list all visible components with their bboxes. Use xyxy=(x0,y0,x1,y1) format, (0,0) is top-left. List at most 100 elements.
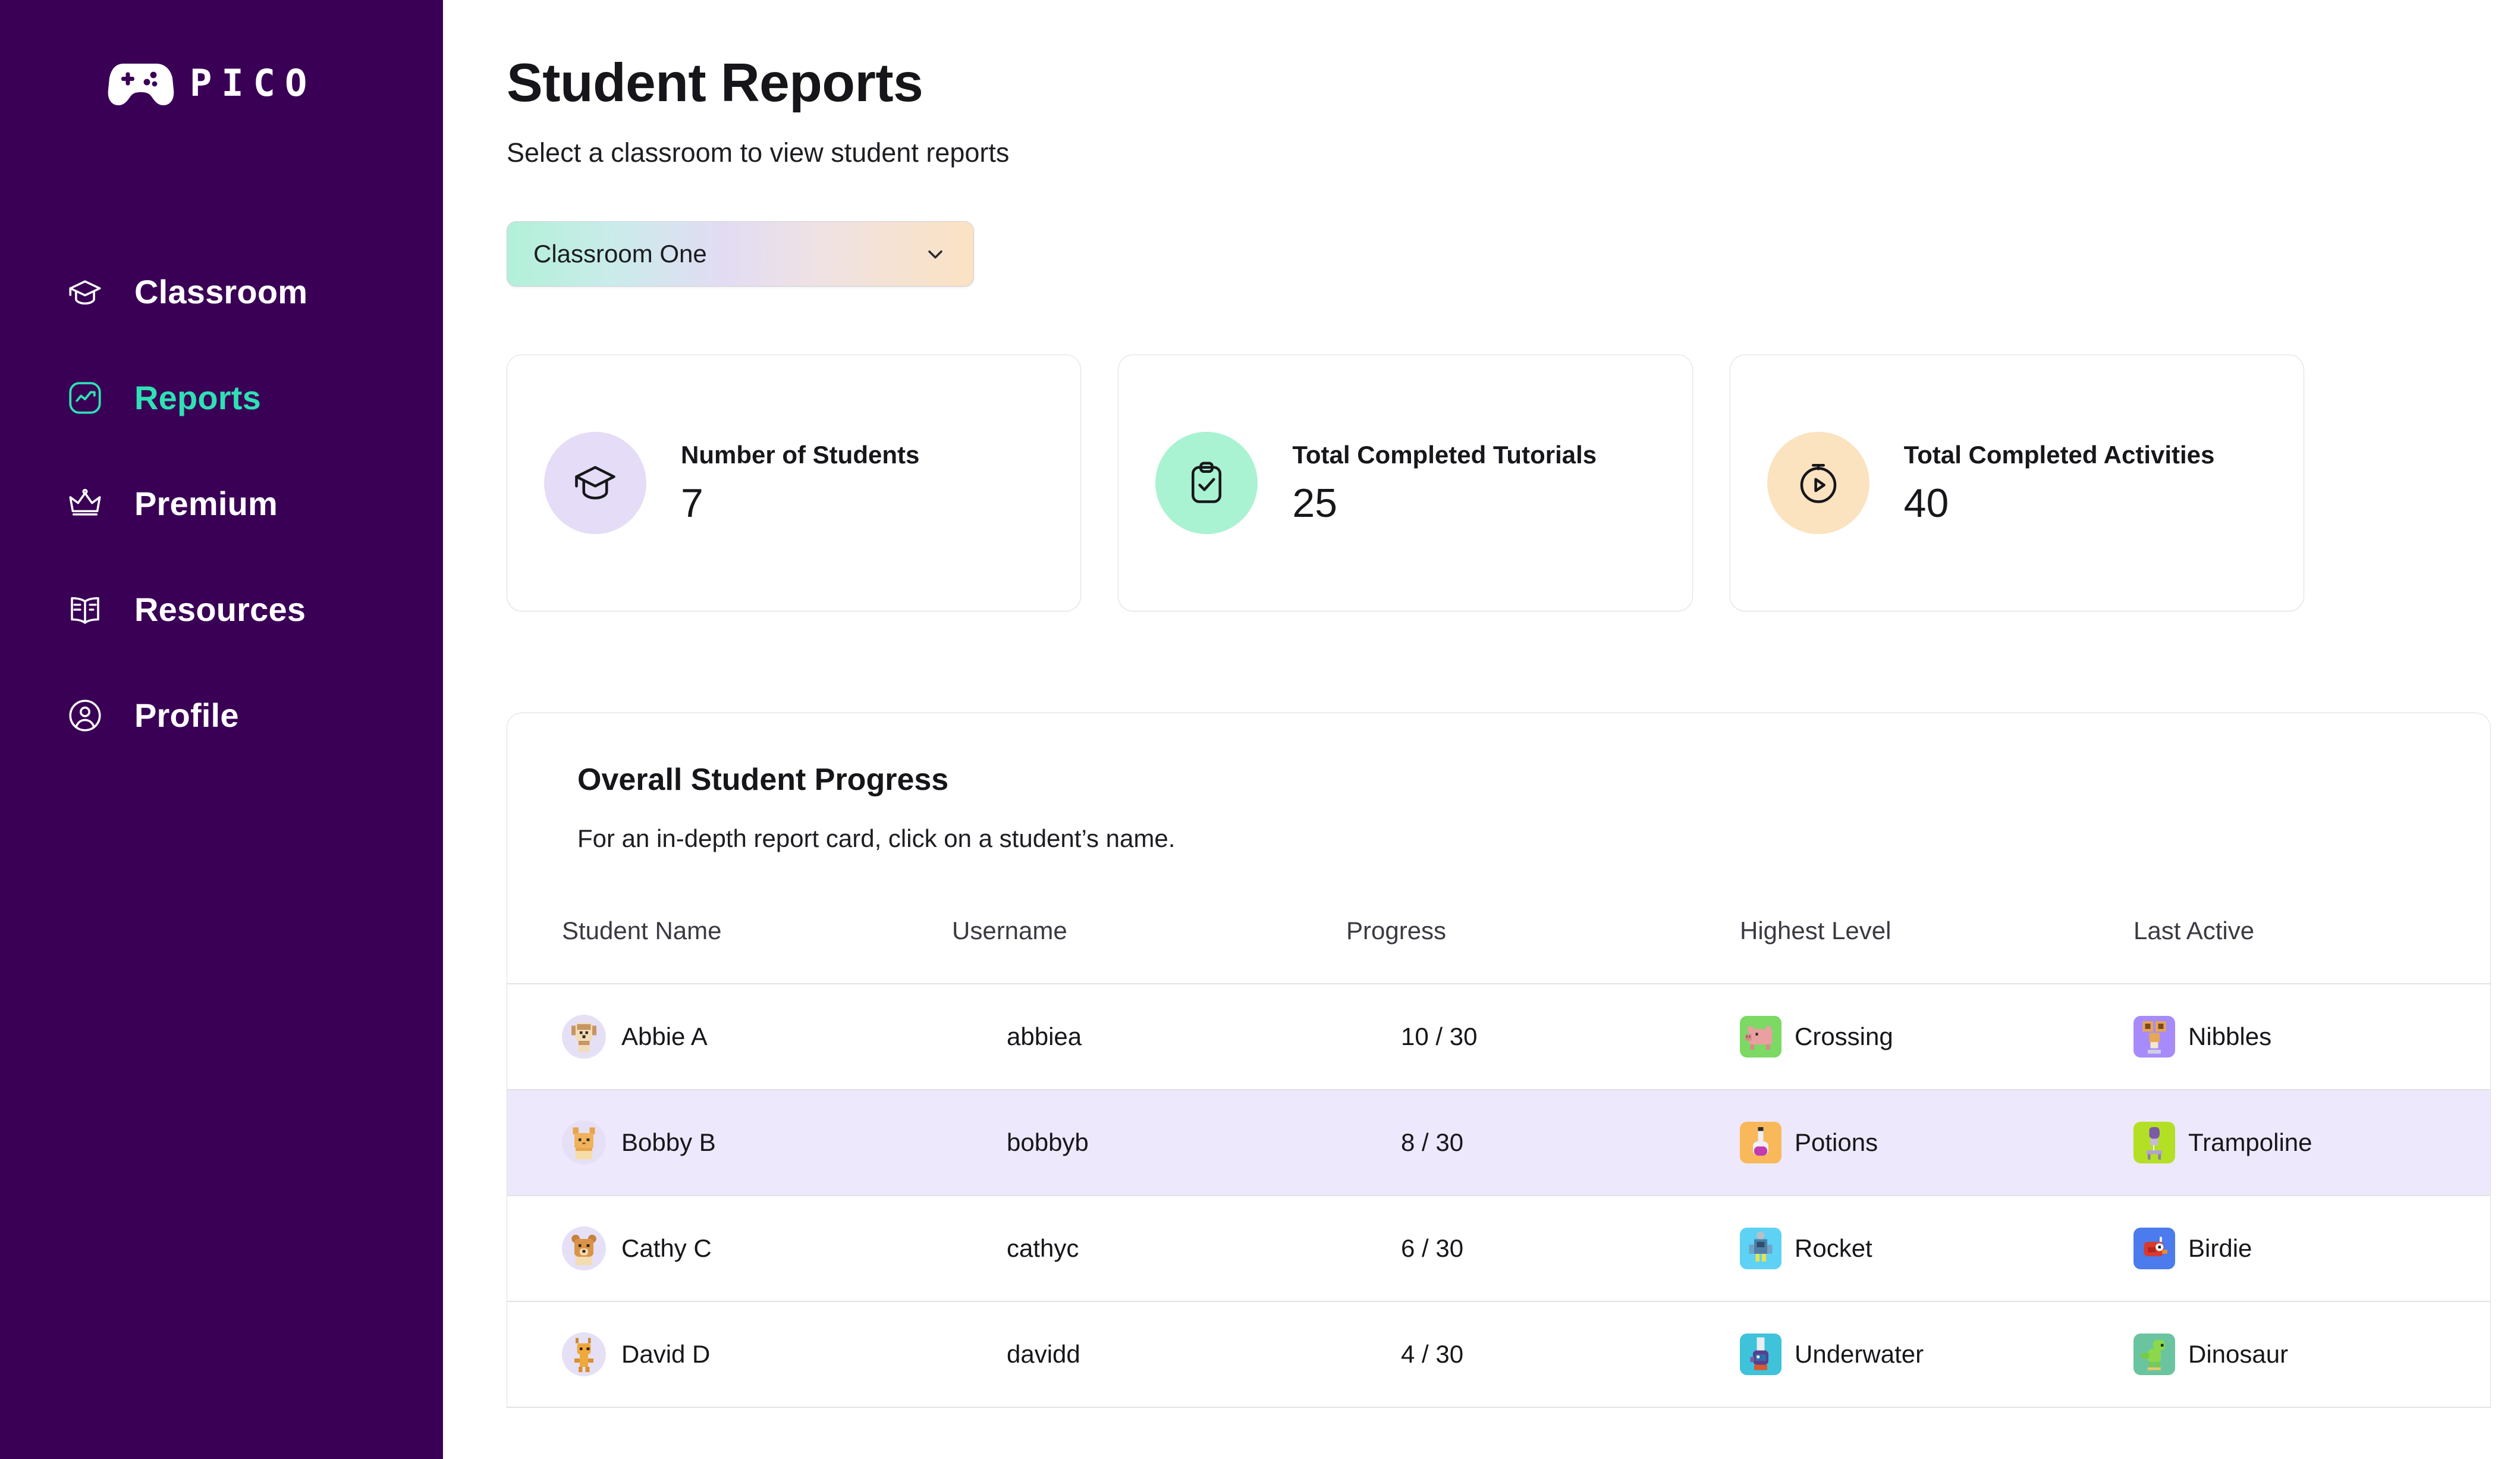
cell-last-active: Nibbles xyxy=(2133,983,2490,1090)
last-active-label: Trampoline xyxy=(2188,1128,2312,1156)
rocket-icon xyxy=(1740,1227,1781,1269)
student-name: David D xyxy=(621,1339,711,1368)
stat-value: 7 xyxy=(681,480,703,526)
cell-highest-level: Underwater xyxy=(1740,1301,2133,1408)
stat-value: 25 xyxy=(1292,480,1337,526)
last-active-label: Birdie xyxy=(2188,1234,2252,1262)
app-root: PICO Classroom Reports Premium Resources… xyxy=(0,0,2520,1459)
column-header-username[interactable]: Username xyxy=(952,851,1346,984)
student-name: Abbie A xyxy=(621,1022,708,1050)
table-row[interactable]: Abbie A abbiea 10 / 30 Crossing Nibbles xyxy=(507,983,2490,1090)
trampoline-icon xyxy=(2133,1121,2175,1163)
stat-badge xyxy=(1767,431,1869,534)
panel-title: Overall Student Progress xyxy=(577,762,949,797)
potion-icon xyxy=(1740,1121,1781,1163)
sidebar-item-resources[interactable]: Resources xyxy=(0,557,443,663)
highest-level-label: Crossing xyxy=(1795,1022,1893,1050)
cell-username: davidd xyxy=(952,1301,1346,1408)
cell-username: cathyc xyxy=(952,1195,1346,1302)
highest-level-label: Rocket xyxy=(1795,1234,1872,1262)
column-header-highest-level[interactable]: Highest Level xyxy=(1740,851,2133,984)
brand-name: PICO xyxy=(190,61,317,105)
stat-badge xyxy=(1155,431,1258,534)
stat-card-number-of-students: Number of Students 7 xyxy=(507,354,1082,611)
sidebar-item-premium[interactable]: Premium xyxy=(0,451,443,557)
table-row[interactable]: Bobby B bobbyb 8 / 30 Potions Trampoline xyxy=(507,1089,2490,1196)
table-header: Student Name Username Progress Highest L… xyxy=(507,851,2490,984)
avatar-giraffe-icon xyxy=(562,1332,606,1376)
cell-last-active: Birdie xyxy=(2133,1195,2490,1302)
cell-student-name[interactable]: David D xyxy=(507,1301,952,1408)
page-title: Student Reports xyxy=(507,53,923,113)
clipboard-check-icon xyxy=(1192,462,1222,503)
table-body: Abbie A abbiea 10 / 30 Crossing Nibbles … xyxy=(507,983,2490,1408)
sidebar-item-label: Premium xyxy=(134,485,278,522)
sidebar-item-label: Classroom xyxy=(134,273,308,310)
column-header-last-active[interactable]: Last Active xyxy=(2133,851,2490,984)
chevron-down-icon xyxy=(928,250,942,259)
birdie-icon xyxy=(2133,1227,2175,1269)
avatar-bear-icon xyxy=(562,1226,606,1270)
last-active-label: Nibbles xyxy=(2188,1022,2272,1050)
graduation-cap-icon xyxy=(575,466,615,500)
classroom-select[interactable]: Classroom One xyxy=(507,221,974,287)
nibbles-icon xyxy=(2133,1015,2175,1058)
sidebar-item-reports[interactable]: Reports xyxy=(0,345,443,451)
username: abbiea xyxy=(1007,1022,1082,1050)
open-book-icon xyxy=(71,597,99,624)
table-row[interactable]: Cathy C cathyc 6 / 30 Rocket Birdie xyxy=(507,1195,2490,1302)
cell-highest-level: Crossing xyxy=(1740,983,2133,1090)
stopwatch-play-icon xyxy=(1800,463,1836,503)
last-active-label: Dinosaur xyxy=(2188,1339,2289,1368)
highest-level-label: Potions xyxy=(1795,1128,1878,1156)
student-name: Bobby B xyxy=(621,1128,716,1156)
cell-student-name[interactable]: Cathy C xyxy=(507,1195,952,1302)
crown-icon xyxy=(69,488,101,516)
avatar-dog-icon xyxy=(562,1014,606,1059)
pig-icon xyxy=(1740,1015,1781,1058)
sidebar-nav: Classroom Reports Premium Resources Prof… xyxy=(0,239,443,768)
username: davidd xyxy=(1007,1339,1080,1368)
cell-highest-level: Rocket xyxy=(1740,1195,2133,1302)
cell-student-name[interactable]: Abbie A xyxy=(507,983,952,1090)
username: cathyc xyxy=(1007,1234,1079,1262)
main-content: Student Reports Select a classroom to vi… xyxy=(443,0,2520,1459)
trend-chart-icon xyxy=(69,382,101,414)
stat-cards: Number of Students 7 Total Completed Tut… xyxy=(507,354,2304,611)
sidebar-item-label: Profile xyxy=(134,696,239,734)
underwater-icon xyxy=(1740,1333,1781,1375)
student-progress-table: Student Name Username Progress Highest L… xyxy=(507,851,2490,1408)
overall-student-progress-panel: Overall Student Progress For an in-depth… xyxy=(507,712,2491,1408)
cell-username: abbiea xyxy=(952,983,1346,1090)
cell-highest-level: Potions xyxy=(1740,1089,2133,1196)
table-row[interactable]: David D davidd 4 / 30 Underwater Dinosau… xyxy=(507,1301,2490,1408)
column-header-progress[interactable]: Progress xyxy=(1346,851,1740,984)
sidebar-item-profile[interactable]: Profile xyxy=(0,663,443,768)
cell-progress: 4 / 30 xyxy=(1346,1301,1740,1408)
username: bobbyb xyxy=(1007,1128,1089,1156)
gamepad-icon xyxy=(108,64,174,105)
cell-progress: 6 / 30 xyxy=(1346,1195,1740,1302)
sidebar-item-label: Resources xyxy=(134,591,306,628)
sidebar-item-label: Reports xyxy=(134,379,261,416)
classroom-select-value: Classroom One xyxy=(533,239,707,268)
page-subtitle: Select a classroom to view student repor… xyxy=(507,137,1010,168)
progress: 8 / 30 xyxy=(1401,1128,1464,1156)
panel-subtitle: For an in-depth report card, click on a … xyxy=(577,824,1176,852)
stat-label: Total Completed Tutorials xyxy=(1292,440,1597,469)
graduation-cap-icon xyxy=(69,280,101,305)
column-header-student-name[interactable]: Student Name xyxy=(507,851,952,984)
progress: 6 / 30 xyxy=(1401,1234,1464,1262)
user-circle-icon xyxy=(69,699,101,732)
highest-level-label: Underwater xyxy=(1795,1339,1924,1368)
stat-card-total-completed-tutorials: Total Completed Tutorials 25 xyxy=(1118,354,1693,611)
cell-progress: 10 / 30 xyxy=(1346,983,1740,1090)
stat-value: 40 xyxy=(1903,480,1949,526)
brand-logo[interactable]: PICO xyxy=(0,0,443,105)
progress: 4 / 30 xyxy=(1401,1339,1464,1368)
cell-last-active: Trampoline xyxy=(2133,1089,2490,1196)
sidebar-item-classroom[interactable]: Classroom xyxy=(0,239,443,345)
cell-last-active: Dinosaur xyxy=(2133,1301,2490,1408)
cell-student-name[interactable]: Bobby B xyxy=(507,1089,952,1196)
stat-label: Number of Students xyxy=(681,440,920,469)
